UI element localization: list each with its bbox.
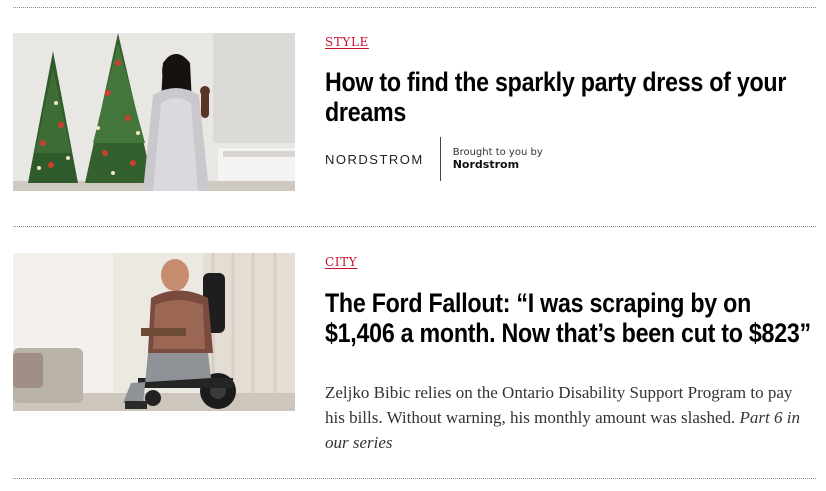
top-divider: [13, 7, 816, 8]
article-thumbnail[interactable]: [13, 253, 295, 411]
section-link-style[interactable]: STYLE: [325, 35, 369, 49]
article-headline[interactable]: The Ford Fallout: “I was scraping by on …: [325, 288, 816, 348]
brought-to-you-label: Brought to you by: [452, 147, 543, 158]
sponsor-block: NORDSTROM Brought to you by Nordstrom: [325, 137, 543, 181]
sponsor-credit: Brought to you by Nordstrom: [453, 147, 543, 171]
article-dek: Zeljko Bibic relies on the Ontario Disab…: [325, 380, 816, 455]
nordstrom-logo[interactable]: NORDSTROM: [325, 152, 440, 167]
article-thumbnail[interactable]: [13, 33, 295, 191]
party-dress-photo: [13, 33, 295, 191]
article-headline[interactable]: How to find the sparkly party dress of y…: [325, 67, 816, 127]
dek-text: Zeljko Bibic relies on the Ontario Disab…: [325, 383, 793, 427]
section-link-city[interactable]: CITY: [325, 255, 357, 269]
bottom-divider: [13, 478, 816, 479]
sponsor-divider: [439, 137, 441, 181]
sponsor-name: Nordstrom: [452, 158, 520, 171]
wheelchair-user-photo: [13, 253, 295, 411]
article-divider: [13, 226, 816, 227]
